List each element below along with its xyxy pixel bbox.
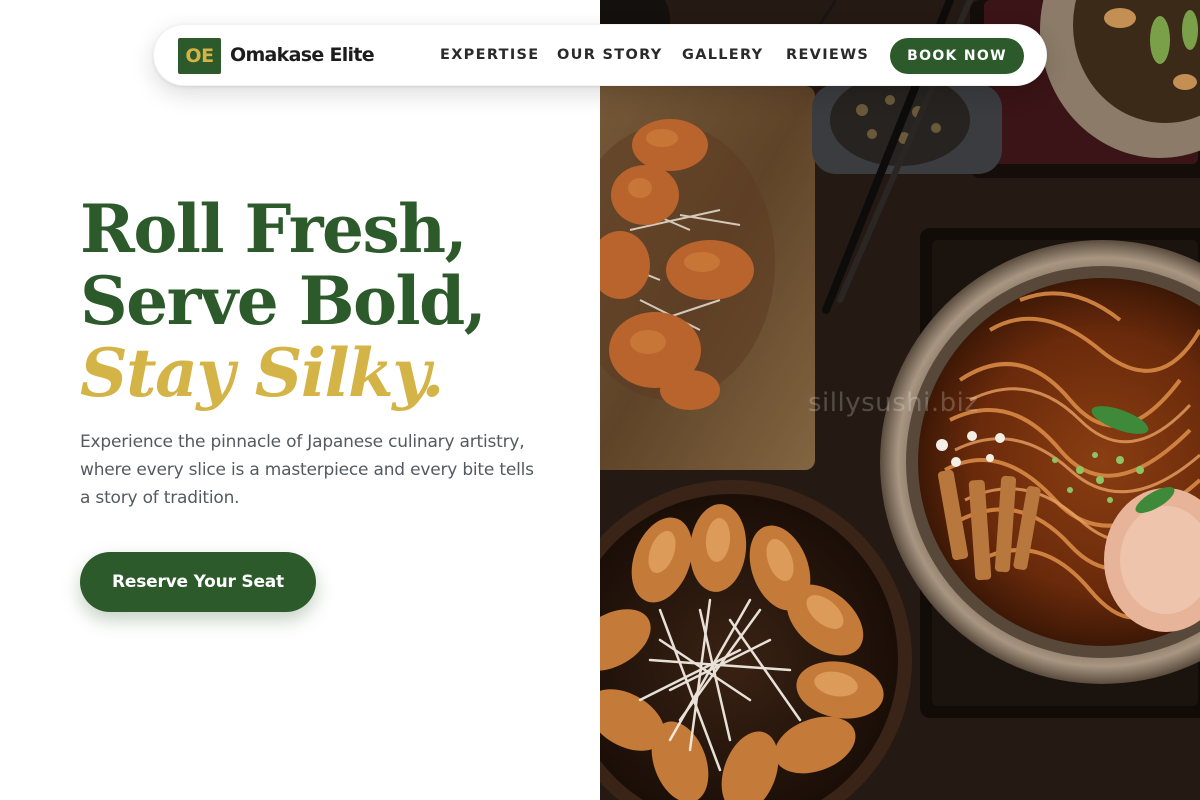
book-now-button[interactable]: BOOK NOW [890,38,1024,74]
top-navigation: OE Omakase Elite EXPERTISE OUR STORY GAL… [153,24,1047,86]
nav-link-reviews[interactable]: REVIEWS [786,47,869,63]
hero-headline: Roll Fresh, Serve Bold, Stay Silky. [80,190,487,412]
headline-line-2: Serve Bold, [80,262,487,340]
reserve-seat-button[interactable]: Reserve Your Seat [80,552,316,612]
headline-line-1: Roll Fresh, [80,190,468,268]
watermark-text: sillysushi.biz [808,388,979,418]
hero-description: Experience the pinnacle of Japanese culi… [80,432,534,508]
logo-badge[interactable]: OE [178,38,221,74]
nav-link-gallery[interactable]: GALLERY [682,47,763,63]
nav-link-expertise[interactable]: EXPERTISE [440,47,539,63]
headline-accent: Stay Silky. [80,334,445,412]
brand-name[interactable]: Omakase Elite [230,44,375,66]
nav-link-our-story[interactable]: OUR STORY [557,47,663,63]
hero-food-image: sillysushi.biz [600,0,1200,800]
